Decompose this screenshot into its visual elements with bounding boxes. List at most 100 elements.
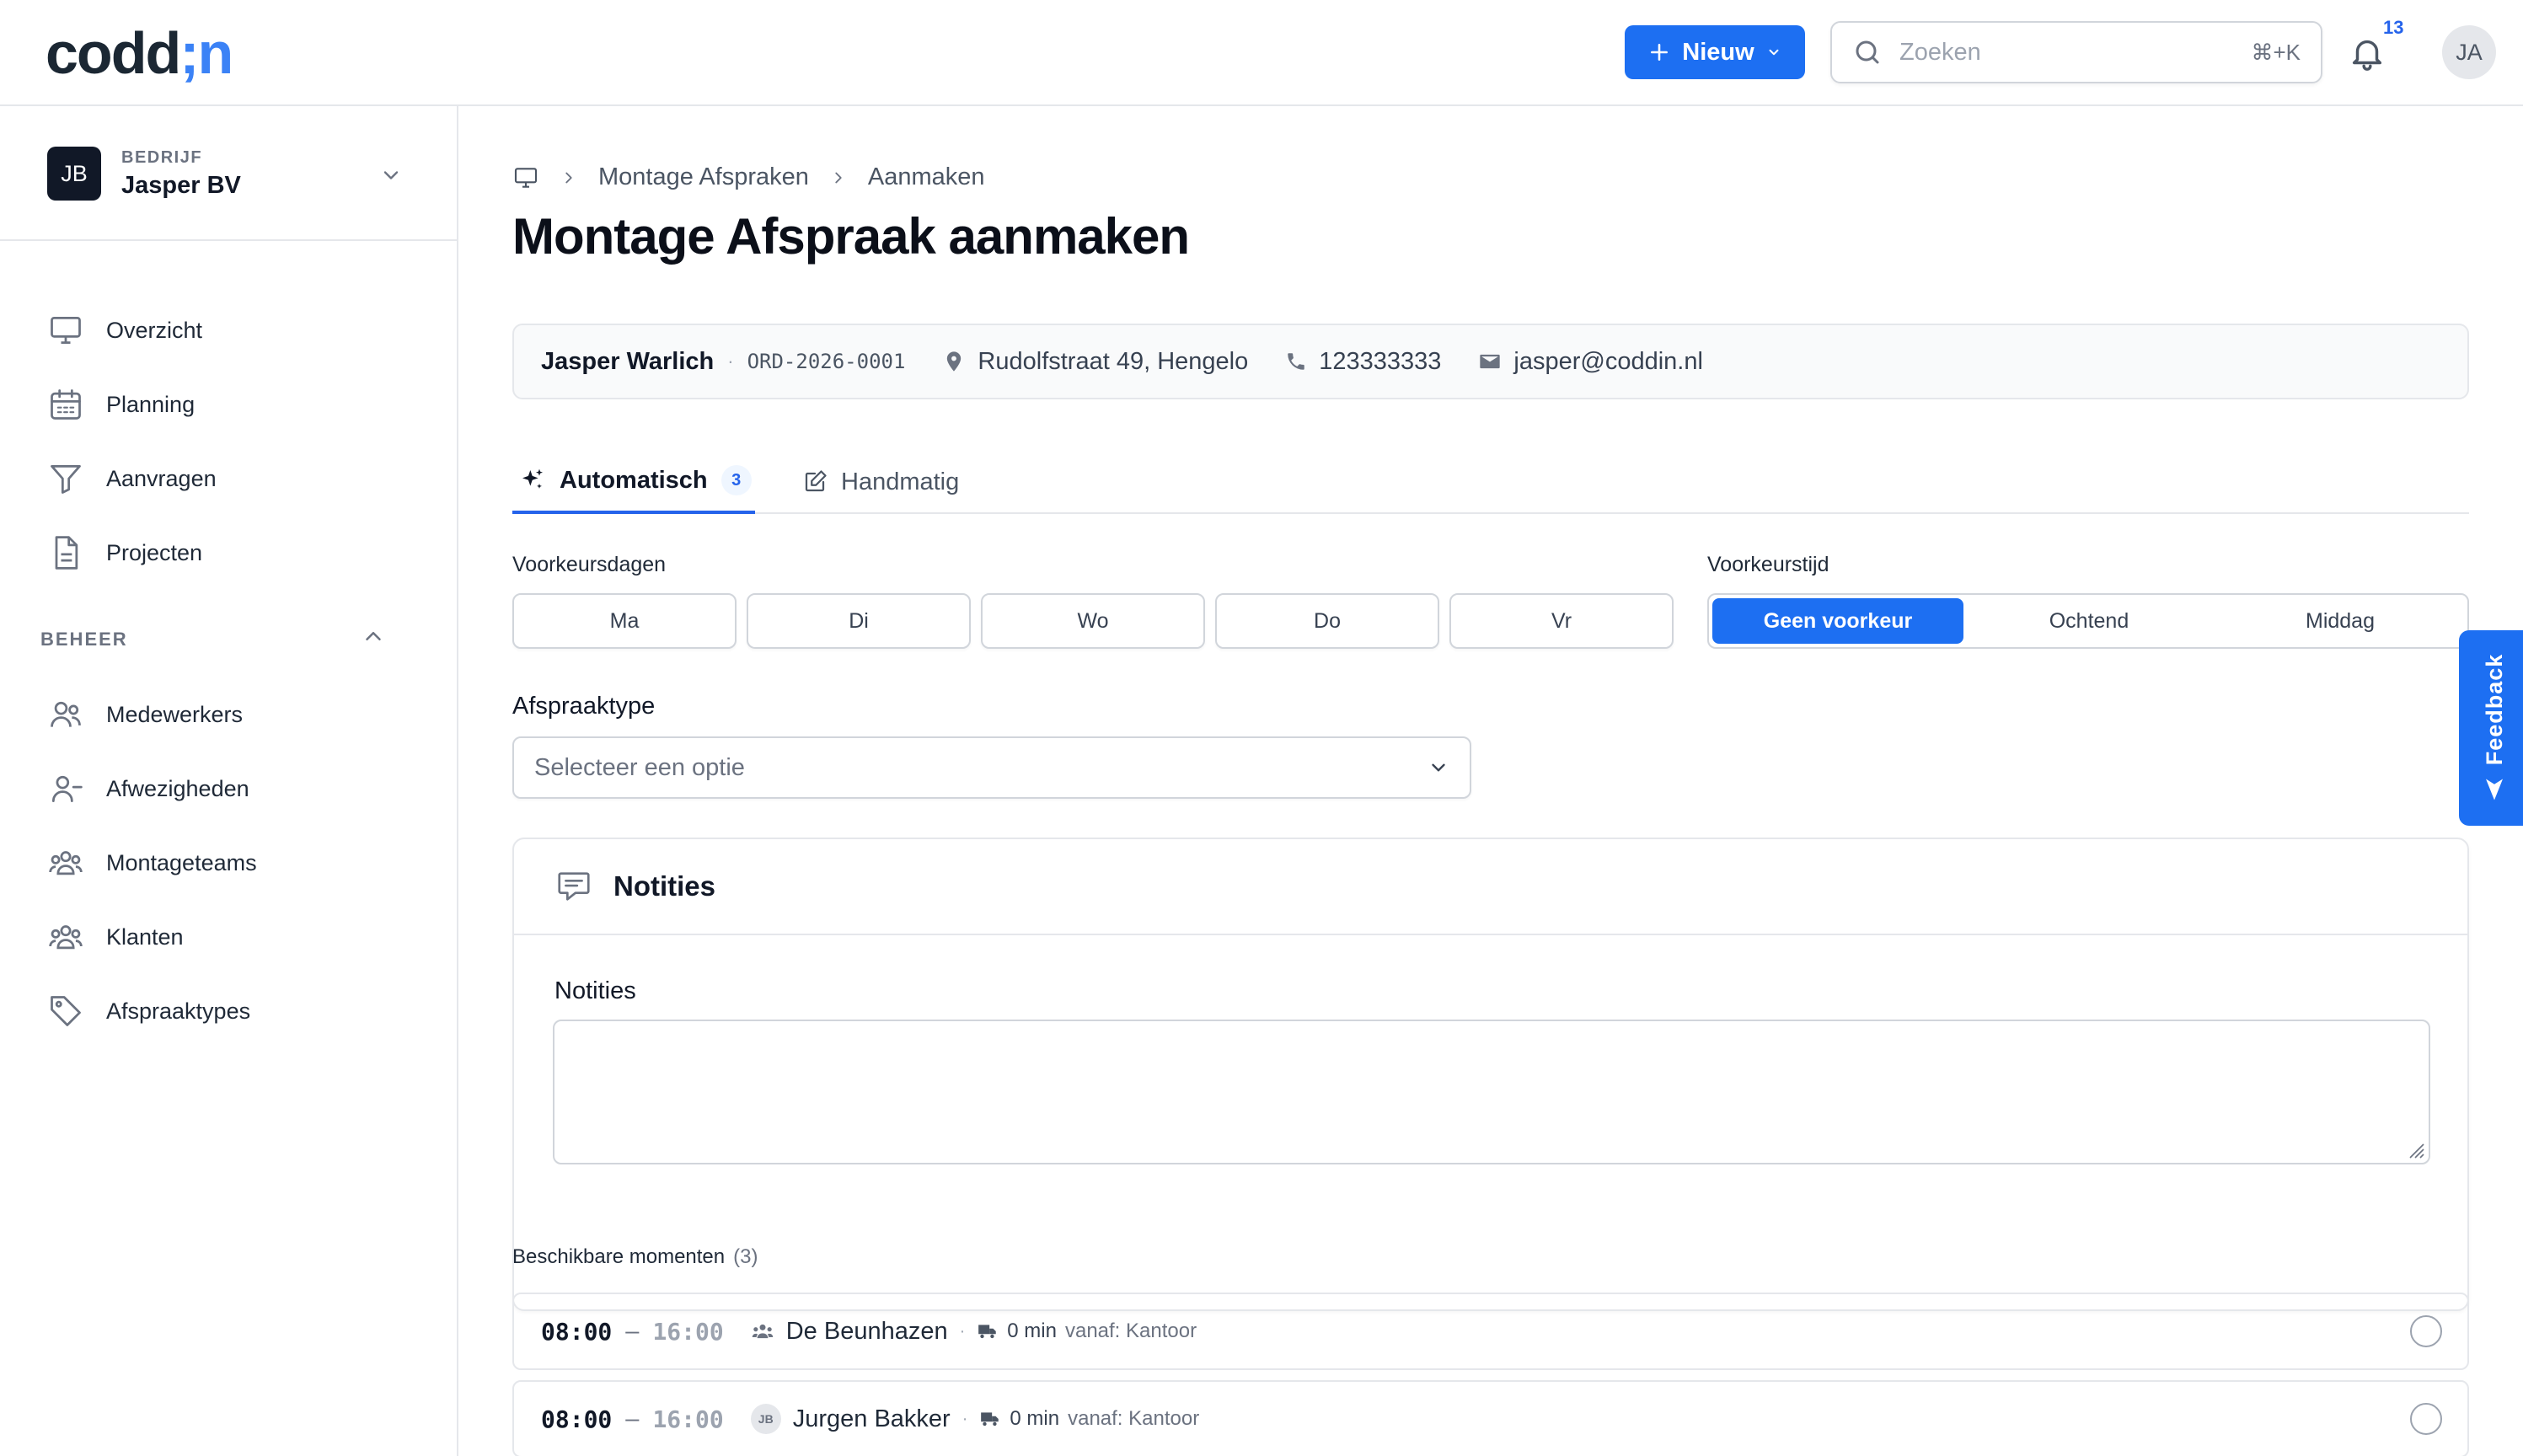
sidebar-item-label: Aanvragen xyxy=(106,465,217,491)
document-icon xyxy=(55,536,78,570)
time-dash: – xyxy=(625,1405,640,1432)
sidebar-item-label: Montageteams xyxy=(106,849,257,875)
logo-text: codd xyxy=(46,20,181,86)
sidebar-item-klanten[interactable]: Klanten xyxy=(47,912,426,962)
day-button-ma[interactable]: Ma xyxy=(512,593,737,649)
available-moments-title: Beschikbare momenten xyxy=(512,1245,726,1268)
sidebar-item-label: Overzicht xyxy=(106,317,203,343)
order-number: ORD-2026-0001 xyxy=(747,350,906,373)
tab-handmatig[interactable]: Handmatig xyxy=(802,450,959,514)
app-root: codd;n Nieuw ⌘+K 13 JA JB BEDRIJF Jasper… xyxy=(0,0,2523,1456)
company-name: Jasper BV xyxy=(121,172,241,199)
customer-info-card: Jasper Warlich · ORD-2026-0001 Rudolfstr… xyxy=(512,324,2469,399)
separator-dot: · xyxy=(959,1321,966,1341)
user-avatar[interactable]: JA xyxy=(2442,25,2496,79)
day-button-do[interactable]: Do xyxy=(1215,593,1439,649)
page-title: Montage Afspraak aanmaken xyxy=(512,208,1190,265)
chevron-down-icon xyxy=(1769,49,1779,56)
email-text: jasper@coddin.nl xyxy=(1513,347,1703,375)
day-button-di[interactable]: Di xyxy=(747,593,971,649)
notification-count: 13 xyxy=(2383,17,2404,38)
feedback-button[interactable]: Feedback xyxy=(2459,630,2523,826)
day-button-wo[interactable]: Wo xyxy=(981,593,1205,649)
day-button-vr[interactable]: Vr xyxy=(1449,593,1674,649)
chevron-up-icon[interactable] xyxy=(361,624,386,649)
slot-row[interactable]: 08:00 – 16:00 JB Jurgen Bakker · 0 min v… xyxy=(512,1380,2469,1456)
sparkles-icon xyxy=(522,468,543,489)
slot-travel-time: 0 min xyxy=(1010,1407,1060,1430)
slot-end-time: 16:00 xyxy=(652,1405,724,1433)
sidebar-item-label: Klanten xyxy=(106,923,184,950)
truck-icon xyxy=(981,1412,999,1427)
bell-icon[interactable] xyxy=(2348,34,2386,72)
new-button-label: Nieuw xyxy=(1682,38,1754,66)
sidebar-item-afspraaktypes[interactable]: Afspraaktypes xyxy=(47,986,426,1036)
slot-team-name: De Beunhazen xyxy=(785,1317,948,1345)
search-input[interactable] xyxy=(1898,37,2252,67)
slot-travel: 0 min vanaf: Kantoor xyxy=(977,1320,1197,1343)
person-avatar: JB xyxy=(750,1404,781,1434)
breadcrumb-link[interactable]: Montage Afspraken xyxy=(598,163,809,191)
breadcrumb: Montage Afspraken Aanmaken xyxy=(512,163,985,191)
slot-start-time: 08:00 xyxy=(541,1317,613,1346)
time-dash: – xyxy=(625,1317,640,1345)
mode-tabs: Automatisch 3 Handmatig xyxy=(512,450,2469,514)
tab-count-badge: 3 xyxy=(720,465,752,495)
sidebar-item-medewerkers[interactable]: Medewerkers xyxy=(47,689,426,740)
search-box[interactable]: ⌘+K xyxy=(1830,21,2322,83)
feedback-label: Feedback xyxy=(2481,653,2507,766)
monitor-icon[interactable] xyxy=(512,164,539,191)
breadcrumb-current: Aanmaken xyxy=(867,163,985,190)
filter-icon xyxy=(51,464,81,494)
slot-radio[interactable] xyxy=(2410,1403,2442,1435)
slot-travel: 0 min vanaf: Kantoor xyxy=(979,1407,1199,1431)
tab-automatisch[interactable]: Automatisch 3 xyxy=(512,450,755,514)
notes-card: Notities Notities xyxy=(512,838,2469,1311)
slot-end-time: 16:00 xyxy=(652,1317,724,1346)
notes-textarea[interactable] xyxy=(553,1020,2430,1164)
slot-team: De Beunhazen xyxy=(751,1318,948,1346)
preferred-time-segmented: Geen voorkeur Ochtend Middag xyxy=(1707,593,2469,649)
slot-radio[interactable] xyxy=(2410,1315,2442,1347)
sidebar-item-planning[interactable]: Planning xyxy=(47,379,426,430)
sidebar-item-label: Planning xyxy=(106,391,196,417)
sidebar: JB BEDRIJF Jasper BV Overzicht Planning … xyxy=(0,106,458,1456)
time-option-middag[interactable]: Middag xyxy=(2215,598,2466,644)
customer-address: Rudolfstraat 49, Hengelo xyxy=(942,348,1248,376)
phone-text: 123333333 xyxy=(1319,347,1442,375)
slot-travel-time: 0 min xyxy=(1007,1320,1057,1342)
appointment-type-select[interactable]: Selecteer een optie xyxy=(512,736,1471,799)
sidebar-item-label: Afwezigheden xyxy=(106,775,249,801)
company-label: BEDRIJF xyxy=(121,148,203,167)
company-switcher[interactable]: JB BEDRIJF Jasper BV xyxy=(0,106,457,241)
slot-origin: vanaf: Kantoor xyxy=(1068,1407,1200,1430)
chevron-down-icon[interactable] xyxy=(379,163,403,187)
phone-icon xyxy=(1288,353,1304,370)
sidebar-item-projecten[interactable]: Projecten xyxy=(47,527,426,578)
top-bar: codd;n Nieuw ⌘+K 13 JA xyxy=(0,0,2523,106)
sidebar-item-aanvragen[interactable]: Aanvragen xyxy=(47,453,426,504)
sidebar-item-montageteams[interactable]: Montageteams xyxy=(47,838,426,888)
new-button[interactable]: Nieuw xyxy=(1625,25,1805,79)
logo[interactable]: codd;n xyxy=(46,24,233,83)
slot-origin: vanaf: Kantoor xyxy=(1064,1320,1197,1342)
sidebar-item-overzicht[interactable]: Overzicht xyxy=(47,305,426,356)
tab-label: Automatisch xyxy=(560,466,708,494)
section-label-beheer: BEHEER xyxy=(40,629,128,650)
preferred-time-label: Voorkeurstijd xyxy=(1707,553,1829,576)
preferred-days-label: Voorkeursdagen xyxy=(512,553,667,576)
sidebar-item-afwezigheden[interactable]: Afwezigheden xyxy=(47,763,426,814)
time-option-ochtend[interactable]: Ochtend xyxy=(1963,598,2215,644)
users-icon xyxy=(51,701,81,727)
chevron-down-icon xyxy=(1432,763,1445,772)
resize-handle-icon[interactable] xyxy=(2407,1141,2425,1159)
time-option-geen-voorkeur[interactable]: Geen voorkeur xyxy=(1712,598,1963,644)
search-shortcut: ⌘+K xyxy=(2251,39,2301,65)
slot-team: JB Jurgen Bakker xyxy=(750,1404,951,1434)
slot-row[interactable]: 08:00 – 16:00 De Beunhazen · 0 min vanaf… xyxy=(512,1293,2469,1370)
sidebar-item-label: Medewerkers xyxy=(106,701,244,727)
search-icon xyxy=(1856,40,1879,64)
logo-accent: ;n xyxy=(179,20,233,86)
truck-icon xyxy=(978,1325,997,1339)
monitor-icon xyxy=(51,316,81,345)
